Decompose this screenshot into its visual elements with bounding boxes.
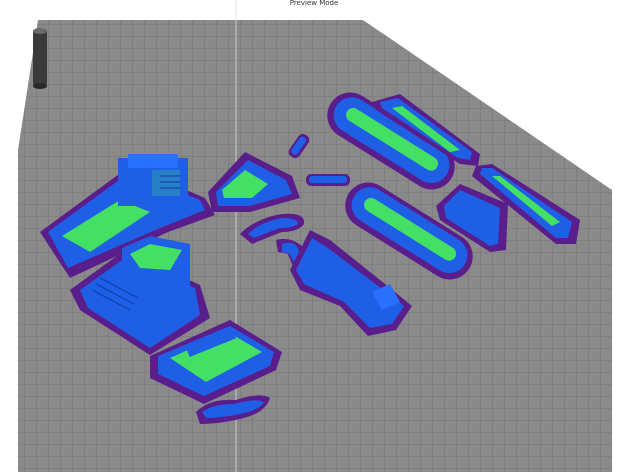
3d-preview-viewport[interactable]: Preview Mode xyxy=(0,0,628,472)
build-plate-scene[interactable] xyxy=(0,0,628,472)
small-track-link-2[interactable] xyxy=(306,174,350,186)
tower-column[interactable] xyxy=(33,28,47,89)
